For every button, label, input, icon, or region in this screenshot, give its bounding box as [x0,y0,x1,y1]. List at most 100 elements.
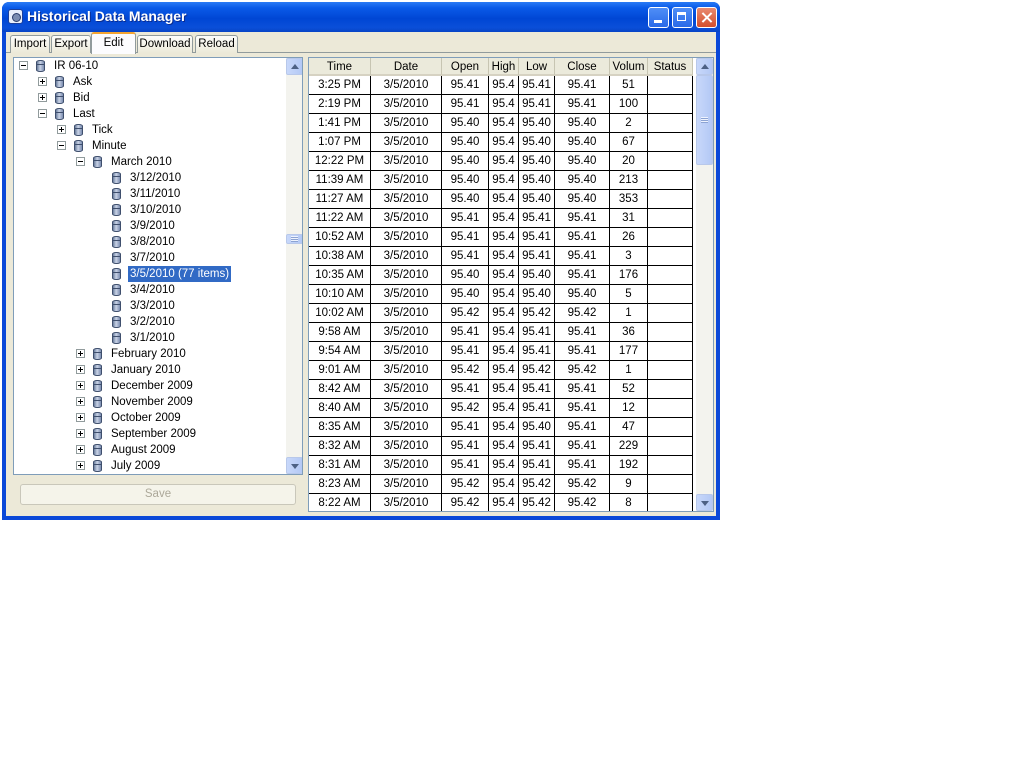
tree-node[interactable]: February 2010 [14,346,284,362]
cell-volum[interactable]: 100 [610,95,648,114]
tab-edit[interactable]: Edit [91,32,136,54]
cell-close[interactable]: 95.41 [555,323,610,342]
tree-node[interactable]: October 2009 [14,410,284,426]
cell-low[interactable]: 95.42 [519,361,555,380]
cell-open[interactable]: 95.41 [442,228,489,247]
cell-open[interactable]: 95.40 [442,171,489,190]
expand-plus-icon[interactable] [76,445,85,454]
cell-date[interactable]: 3/5/2010 [371,361,442,380]
cell-date[interactable]: 3/5/2010 [371,76,442,95]
cell-date[interactable]: 3/5/2010 [371,380,442,399]
cell-close[interactable]: 95.41 [555,209,610,228]
cell-volum[interactable]: 177 [610,342,648,361]
cell-volum[interactable]: 47 [610,418,648,437]
cell-close[interactable]: 95.42 [555,361,610,380]
cell-high[interactable]: 95.4 [489,247,519,266]
cell-status[interactable] [648,114,693,133]
cell-open[interactable]: 95.40 [442,190,489,209]
cell-high[interactable]: 95.4 [489,380,519,399]
cell-close[interactable]: 95.40 [555,190,610,209]
cell-low[interactable]: 95.40 [519,152,555,171]
cell-volum[interactable]: 5 [610,285,648,304]
cell-high[interactable]: 95.4 [489,95,519,114]
cell-time[interactable]: 11:39 AM [309,171,371,190]
cell-low[interactable]: 95.40 [519,171,555,190]
cell-status[interactable] [648,456,693,475]
cell-date[interactable]: 3/5/2010 [371,266,442,285]
cell-time[interactable]: 8:40 AM [309,399,371,418]
cell-open[interactable]: 95.41 [442,342,489,361]
table-row[interactable]: 9:01 AM 3/5/2010 95.42 95.4 95.42 95.42 1 [309,361,693,380]
cell-status[interactable] [648,209,693,228]
grid-scroll-down-button[interactable] [696,494,713,511]
cell-status[interactable] [648,323,693,342]
cell-high[interactable]: 95.4 [489,152,519,171]
cell-low[interactable]: 95.42 [519,304,555,323]
cell-low[interactable]: 95.41 [519,456,555,475]
table-row[interactable]: 9:58 AM 3/5/2010 95.41 95.4 95.41 95.41 36 [309,323,693,342]
cell-open[interactable]: 95.41 [442,95,489,114]
expand-plus-icon[interactable] [76,349,85,358]
tree-node[interactable]: Last [14,106,284,122]
cell-time[interactable]: 10:10 AM [309,285,371,304]
cell-status[interactable] [648,95,693,114]
cell-date[interactable]: 3/5/2010 [371,247,442,266]
cell-time[interactable]: 8:35 AM [309,418,371,437]
collapse-minus-icon[interactable] [57,141,66,150]
cell-high[interactable]: 95.4 [489,209,519,228]
table-row[interactable]: 8:40 AM 3/5/2010 95.42 95.4 95.41 95.41 12 [309,399,693,418]
cell-high[interactable]: 95.4 [489,133,519,152]
tree-node[interactable]: Bid [14,90,284,106]
table-row[interactable]: 10:38 AM 3/5/2010 95.41 95.4 95.41 95.41 3 [309,247,693,266]
cell-close[interactable]: 95.40 [555,133,610,152]
cell-close[interactable]: 95.41 [555,456,610,475]
cell-open[interactable]: 95.41 [442,380,489,399]
cell-status[interactable] [648,247,693,266]
tree-node[interactable]: March 2010 [14,154,284,170]
cell-low[interactable]: 95.42 [519,494,555,511]
cell-date[interactable]: 3/5/2010 [371,114,442,133]
cell-close[interactable]: 95.41 [555,418,610,437]
tree-node[interactable]: IR 06-10 [14,58,284,74]
table-row[interactable]: 11:39 AM 3/5/2010 95.40 95.4 95.40 95.40 213 [309,171,693,190]
cell-time[interactable]: 12:22 PM [309,152,371,171]
cell-status[interactable] [648,228,693,247]
cell-close[interactable]: 95.41 [555,380,610,399]
expand-plus-icon[interactable] [57,125,66,134]
cell-low[interactable]: 95.41 [519,228,555,247]
cell-time[interactable]: 1:07 PM [309,133,371,152]
save-button[interactable]: Save [20,484,296,505]
cell-time[interactable]: 10:52 AM [309,228,371,247]
cell-date[interactable]: 3/5/2010 [371,228,442,247]
cell-high[interactable]: 95.4 [489,494,519,511]
cell-open[interactable]: 95.40 [442,285,489,304]
tree-node[interactable]: Ask [14,74,284,90]
cell-high[interactable]: 95.4 [489,114,519,133]
column-header-volum[interactable]: Volum [610,58,648,76]
cell-open[interactable]: 95.41 [442,418,489,437]
cell-low[interactable]: 95.41 [519,342,555,361]
cell-close[interactable]: 95.40 [555,114,610,133]
cell-low[interactable]: 95.41 [519,209,555,228]
cell-status[interactable] [648,418,693,437]
cell-time[interactable]: 9:58 AM [309,323,371,342]
column-header-close[interactable]: Close [555,58,610,76]
tree-node[interactable]: September 2009 [14,426,284,442]
cell-low[interactable]: 95.40 [519,114,555,133]
cell-volum[interactable]: 1 [610,304,648,323]
cell-high[interactable]: 95.4 [489,171,519,190]
cell-date[interactable]: 3/5/2010 [371,475,442,494]
cell-close[interactable]: 95.41 [555,95,610,114]
cell-volum[interactable]: 353 [610,190,648,209]
column-header-date[interactable]: Date [371,58,442,76]
cell-open[interactable]: 95.42 [442,399,489,418]
cell-status[interactable] [648,285,693,304]
cell-time[interactable]: 11:27 AM [309,190,371,209]
expand-plus-icon[interactable] [38,77,47,86]
cell-date[interactable]: 3/5/2010 [371,95,442,114]
cell-status[interactable] [648,133,693,152]
cell-status[interactable] [648,380,693,399]
table-row[interactable]: 1:41 PM 3/5/2010 95.40 95.4 95.40 95.40 2 [309,114,693,133]
tab-download[interactable]: Download [137,35,193,53]
cell-time[interactable]: 3:25 PM [309,76,371,95]
